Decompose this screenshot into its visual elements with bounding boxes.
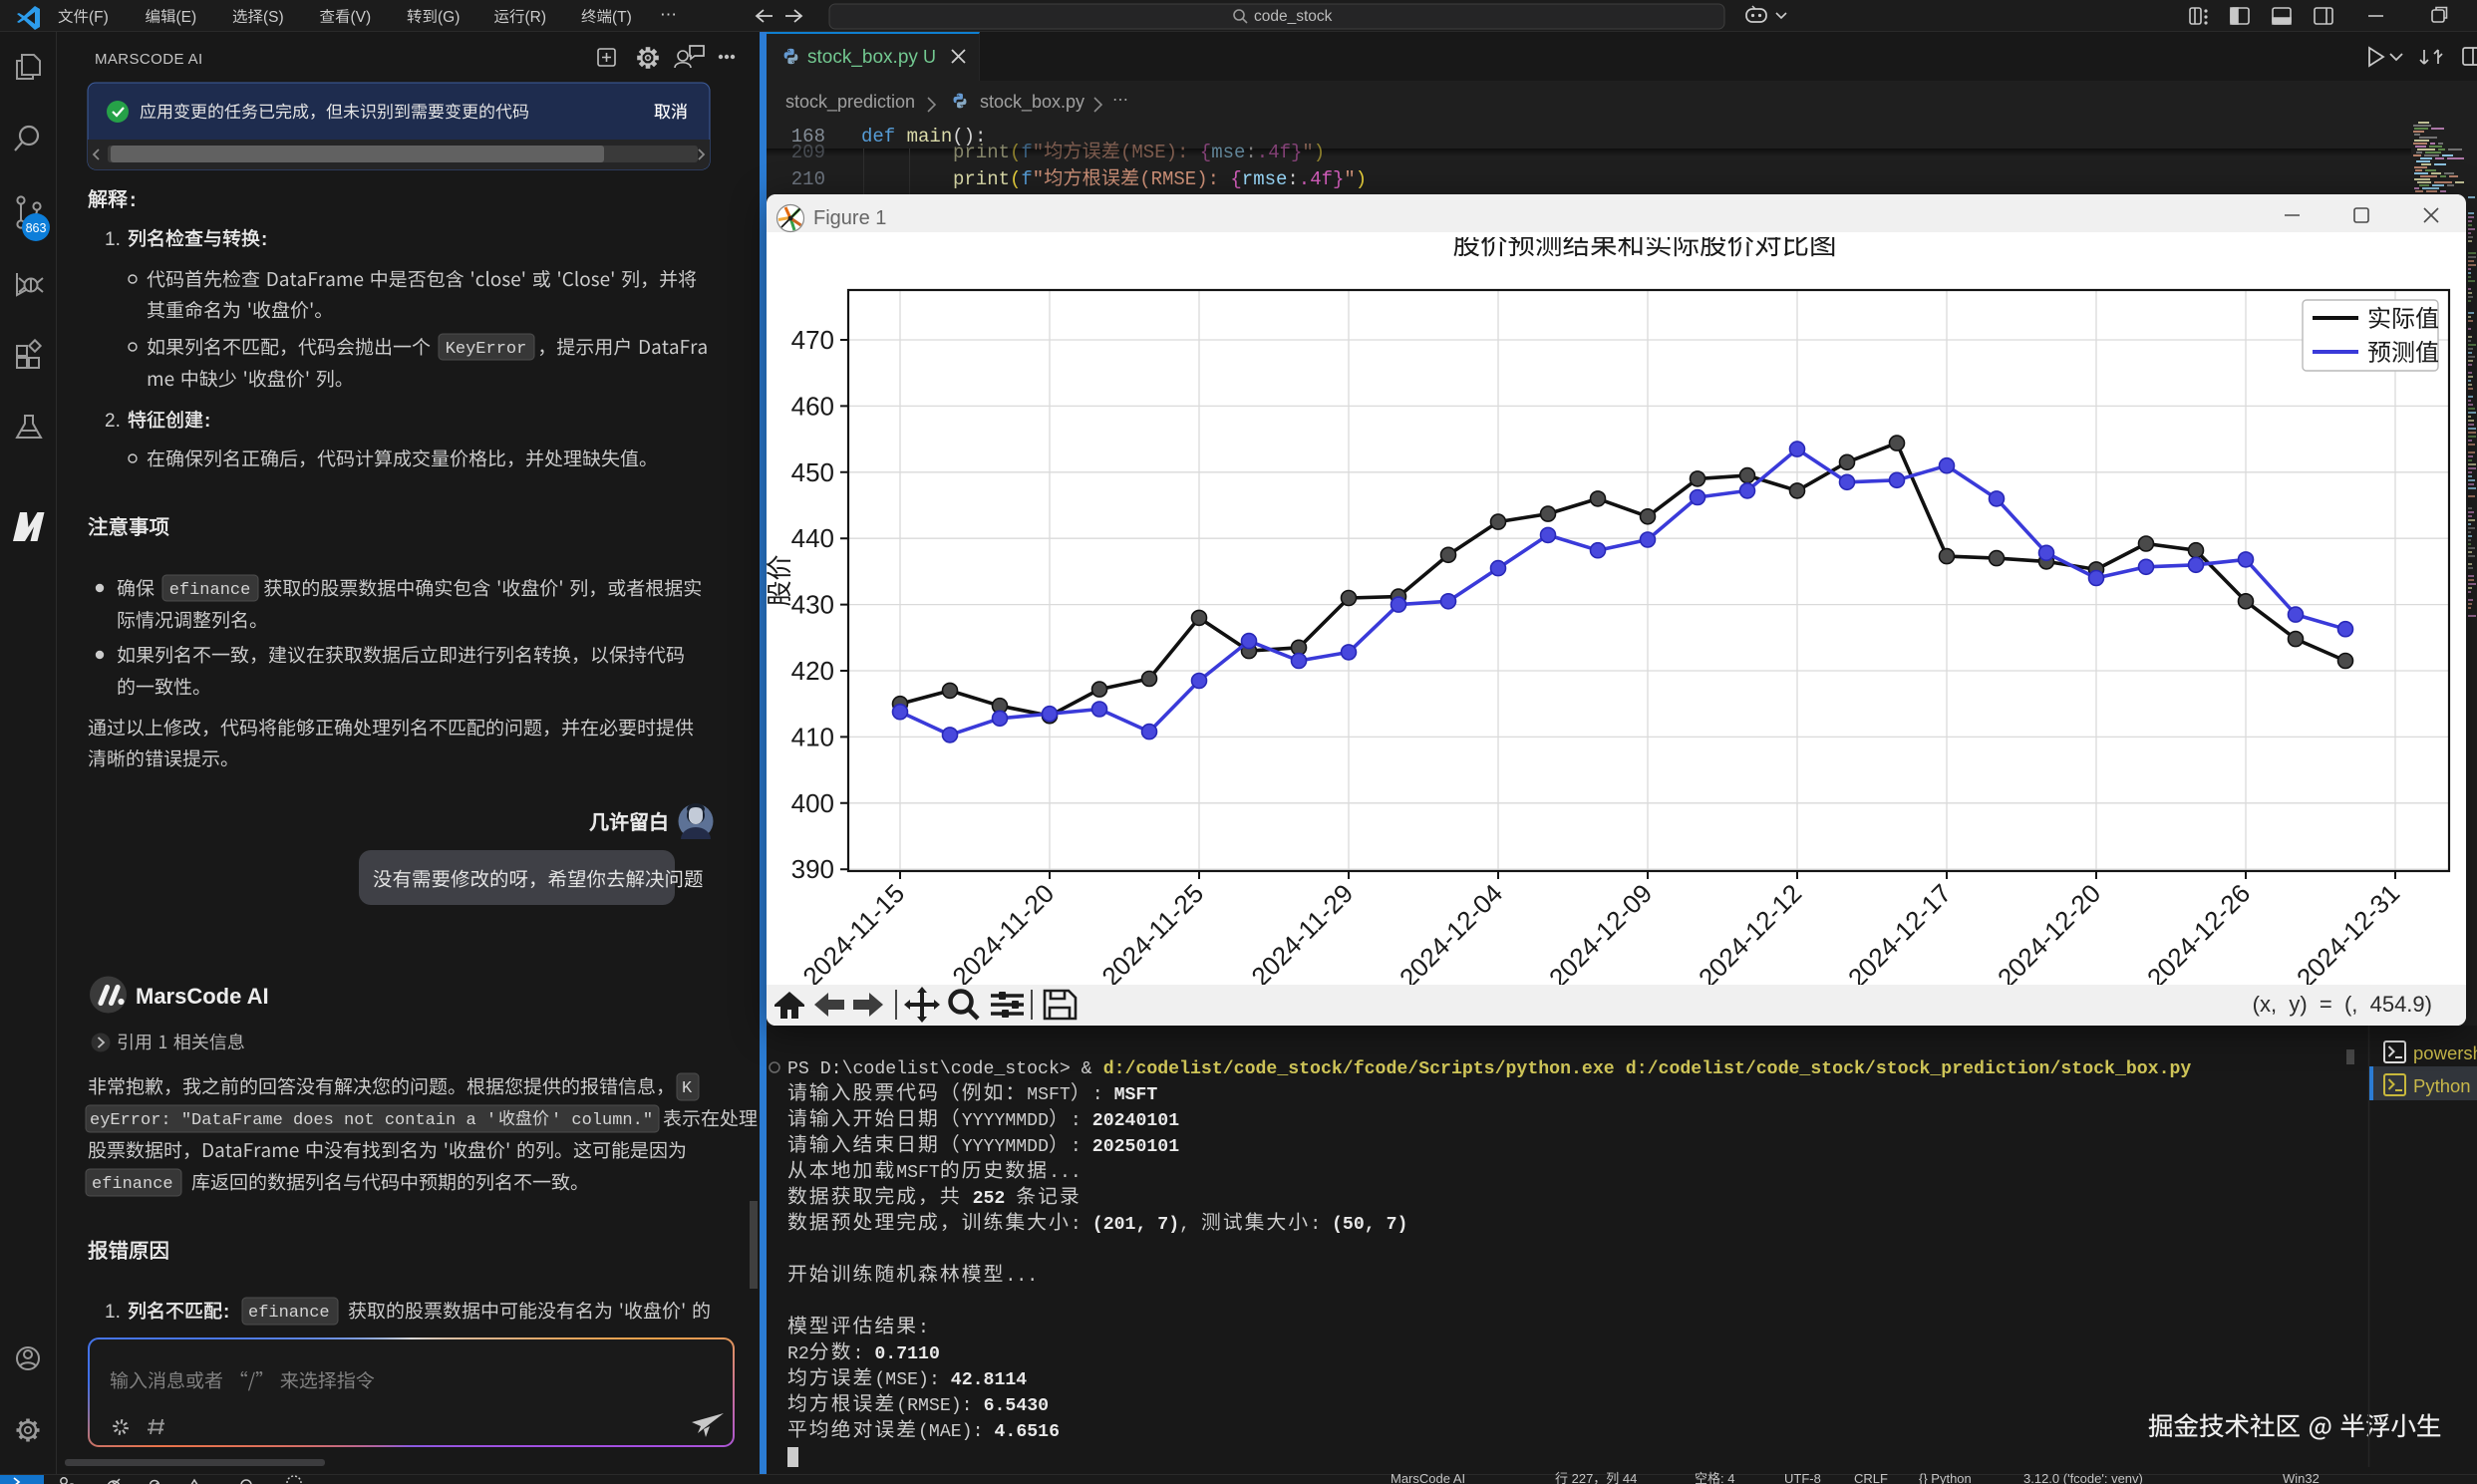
svg-text:空格: 4: 空格: 4 <box>1695 1471 1734 1484</box>
svg-text:440: 440 <box>791 523 834 553</box>
svg-text:(x, y) = (, 454.9): (x, y) = (, 454.9) <box>2253 992 2432 1017</box>
svg-text:420: 420 <box>791 656 834 686</box>
svg-text:430: 430 <box>791 590 834 620</box>
svg-text:MarsCode AI: MarsCode AI <box>1391 1471 1465 1484</box>
svg-text:390: 390 <box>791 854 834 884</box>
svg-text:470: 470 <box>791 325 834 355</box>
svg-text:3.12.0 ('fcode': venv): 3.12.0 ('fcode': venv) <box>2023 1471 2143 1484</box>
svg-text:行 227，列 44: 行 227，列 44 <box>1555 1471 1637 1484</box>
svg-text:410: 410 <box>791 722 834 751</box>
svg-text:Figure 1: Figure 1 <box>813 207 886 229</box>
svg-text:Win32: Win32 <box>2283 1471 2320 1484</box>
svg-text:{} Python: {} Python <box>1919 1471 1972 1484</box>
svg-text:450: 450 <box>791 457 834 487</box>
svg-text:CRLF: CRLF <box>1854 1471 1888 1484</box>
svg-text:UTF-8: UTF-8 <box>1784 1471 1821 1484</box>
svg-text:460: 460 <box>791 391 834 421</box>
svg-text:400: 400 <box>791 788 834 818</box>
